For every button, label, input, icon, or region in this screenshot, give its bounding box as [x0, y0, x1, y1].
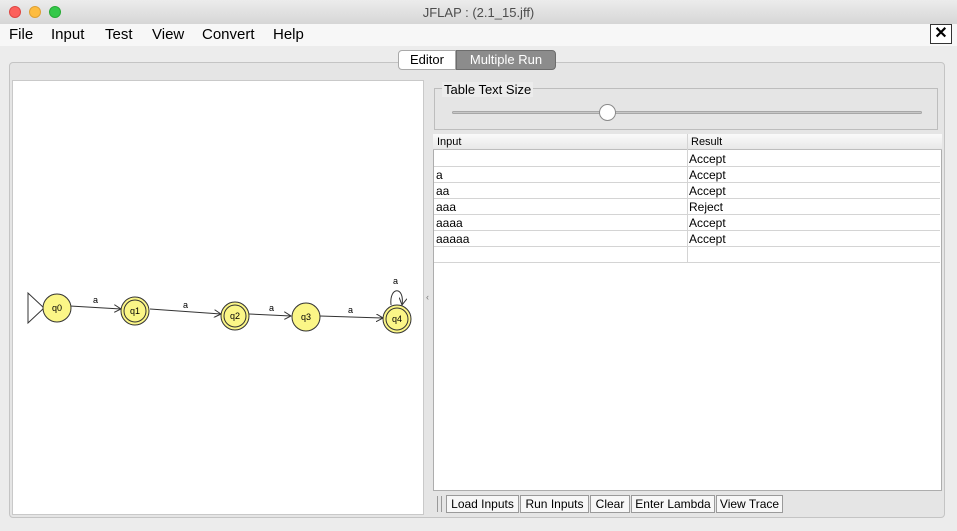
menu-bar: File Input Test View Convert Help	[0, 24, 957, 46]
cell-input[interactable]: a	[436, 168, 443, 182]
state-label: q4	[392, 314, 402, 324]
menu-convert[interactable]: Convert	[202, 26, 255, 43]
table-row[interactable]	[434, 247, 940, 263]
state-q4[interactable]: q4	[382, 304, 412, 334]
cell-input[interactable]: aa	[436, 184, 449, 198]
cell-result: Accept	[689, 216, 726, 230]
text-size-slider-track[interactable]	[452, 111, 922, 114]
menu-file[interactable]: File	[9, 26, 33, 43]
toolbar-grip[interactable]	[437, 496, 442, 512]
state-label: q3	[301, 312, 311, 322]
cell-result: Accept	[689, 168, 726, 182]
menu-test[interactable]: Test	[105, 26, 133, 43]
state-label: q2	[230, 311, 240, 321]
cell-result: Accept	[689, 232, 726, 246]
text-size-slider-thumb[interactable]	[598, 104, 616, 121]
table-row[interactable]: aaa Reject	[434, 199, 940, 215]
load-inputs-button[interactable]: Load Inputs	[446, 495, 519, 513]
header-input[interactable]: Input	[437, 136, 461, 148]
transition-q0-q1	[69, 306, 121, 309]
transition-q2-q3	[248, 314, 291, 316]
state-q3[interactable]: q3	[291, 302, 321, 332]
tab-multiple-run[interactable]: Multiple Run	[456, 50, 556, 70]
tab-editor[interactable]: Editor	[398, 50, 456, 70]
state-q1[interactable]: q1	[120, 296, 150, 326]
state-label: q0	[52, 303, 62, 313]
initial-state-marker	[27, 291, 45, 325]
transition-label: a	[269, 303, 274, 313]
state-q0[interactable]: q0	[42, 293, 72, 323]
table-text-size-label: Table Text Size	[442, 82, 534, 97]
view-trace-button[interactable]: View Trace	[716, 495, 783, 513]
cell-result: Reject	[689, 200, 724, 214]
table-row[interactable]: aaaa Accept	[434, 215, 940, 231]
table-row[interactable]: Accept	[434, 151, 940, 167]
header-result[interactable]: Result	[691, 136, 722, 148]
automaton-canvas[interactable]: a a a a a q0 q1 q2 q3 q4	[12, 80, 424, 515]
state-label: q1	[130, 306, 140, 316]
state-q2[interactable]: q2	[220, 301, 250, 331]
transition-label: a	[93, 295, 98, 305]
cell-result: Accept	[689, 152, 726, 166]
run-inputs-button[interactable]: Run Inputs	[520, 495, 589, 513]
transition-label: a	[348, 305, 353, 315]
transition-label: a	[183, 300, 188, 310]
menu-input[interactable]: Input	[51, 26, 84, 43]
menu-help[interactable]: Help	[273, 26, 304, 43]
automaton-diagram: a a a a a q0 q1 q2 q3 q4	[27, 276, 412, 334]
split-divider-handle[interactable]: ‹	[426, 292, 429, 302]
close-tab-button[interactable]: ✕	[930, 24, 952, 44]
clear-button[interactable]: Clear	[590, 495, 630, 513]
cell-input[interactable]: aaaaa	[436, 232, 469, 246]
table-row[interactable]: aaaaa Accept	[434, 231, 940, 247]
table-row[interactable]: a Accept	[434, 167, 940, 183]
menu-view[interactable]: View	[152, 26, 184, 43]
cell-input[interactable]: aaa	[436, 200, 456, 214]
window-title: JFLAP : (2.1_15.jff)	[422, 5, 535, 20]
transition-q3-q4	[319, 316, 383, 318]
enter-lambda-button[interactable]: Enter Lambda	[631, 495, 715, 513]
transition-label: a	[393, 276, 398, 286]
cell-input[interactable]: aaaa	[436, 216, 463, 230]
table-row[interactable]: aa Accept	[434, 183, 940, 199]
title-bar: JFLAP : (2.1_15.jff)	[0, 0, 957, 25]
transition-q4-q4	[390, 290, 403, 305]
cell-result: Accept	[689, 184, 726, 198]
